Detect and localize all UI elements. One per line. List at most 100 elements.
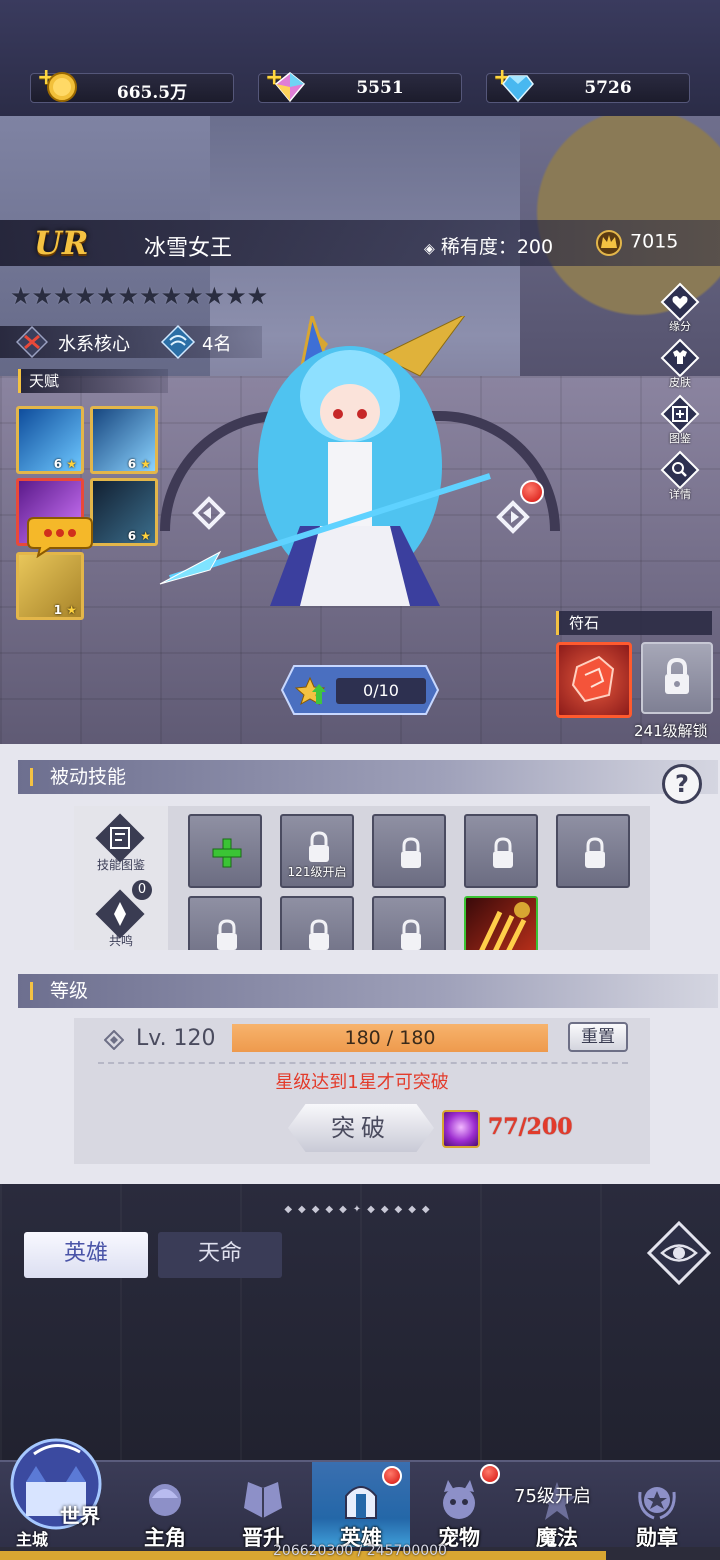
gold-currency[interactable]: + 665.5万 xyxy=(30,65,234,103)
skill-slot-claw[interactable] xyxy=(464,896,538,950)
star-progress-value: 0/10 xyxy=(336,678,426,704)
lock-icon xyxy=(217,919,237,950)
bond-button[interactable]: 缘分 xyxy=(656,282,704,334)
breakthrough-button[interactable]: 突破 xyxy=(288,1104,434,1152)
level-box: Lv. 120 180 / 180 重置 星级达到1星才可突破 突破 77/20… xyxy=(74,1018,650,1164)
talent-level: 6 ★ xyxy=(127,457,151,471)
talent-slot-5[interactable]: 1 ★ xyxy=(16,552,84,620)
rune-slot-1[interactable] xyxy=(556,642,632,718)
red-rune-icon xyxy=(571,655,615,703)
blue-diamond-icon xyxy=(502,75,534,103)
notification-dot xyxy=(520,480,544,504)
level-progress-text: 180 / 180 xyxy=(344,1027,436,1049)
diamond-bullet-icon: ◈ xyxy=(424,241,435,257)
codex-button[interactable]: 图鉴 xyxy=(656,394,704,446)
diamond-currency[interactable]: + 5726 xyxy=(486,65,690,103)
lock-icon xyxy=(401,919,421,950)
hero-name: 冰雪女王 xyxy=(144,236,233,261)
purple-orb-icon xyxy=(442,1110,480,1148)
material-count: 77/200 xyxy=(488,1114,573,1140)
world-button[interactable]: 世界 主城 xyxy=(4,1432,114,1558)
experience-text: 206620300 / 245700000 xyxy=(273,1543,447,1559)
knight-helmet-icon xyxy=(345,1486,377,1519)
tab-hero[interactable]: 英雄 xyxy=(24,1232,148,1278)
nav-promotion[interactable]: 晋升 xyxy=(214,1462,312,1556)
rune-unlock-text: 241级解锁 xyxy=(634,722,708,740)
skill-slot-locked[interactable] xyxy=(464,814,538,888)
lock-icon xyxy=(309,831,329,862)
codex-diamond-icon xyxy=(660,394,700,434)
skin-label: 皮肤 xyxy=(669,376,691,389)
rune-slot-2-locked[interactable] xyxy=(641,642,713,714)
rainbow-crystal-icon xyxy=(274,72,306,103)
skill-slot-locked[interactable] xyxy=(556,814,630,888)
codex-label: 图鉴 xyxy=(669,432,691,445)
talent-slot-1[interactable]: 6 ★ xyxy=(16,406,84,474)
skill-slot-locked[interactable] xyxy=(372,896,446,950)
details-button[interactable]: 详情 xyxy=(656,450,704,502)
skin-button[interactable]: 皮肤 xyxy=(656,338,704,390)
nav-magic[interactable]: 魔法 xyxy=(508,1462,606,1556)
talent-slot-2[interactable]: 6 ★ xyxy=(90,406,158,474)
hero-character-art xyxy=(159,316,491,606)
lock-icon xyxy=(493,837,513,868)
ornament-divider: ◆◆◆◆◆✦◆◆◆◆◆ xyxy=(284,1204,436,1215)
crystal-currency[interactable]: + 5551 xyxy=(258,65,462,103)
magic-unlock-hint: 75级开启 xyxy=(514,1486,591,1507)
talent-slot-4[interactable]: 6 ★ xyxy=(90,478,158,546)
bond-label: 缘分 xyxy=(669,320,691,333)
talent-header: 天赋 xyxy=(18,369,168,393)
heart-diamond-icon xyxy=(660,282,700,322)
star-progress[interactable]: 0/10 xyxy=(280,664,440,716)
plus-icon xyxy=(212,838,242,868)
world-label: 世界 xyxy=(60,1504,100,1528)
skill-codex-label: 技能图鉴 xyxy=(96,858,145,872)
gold-value: 665.5万 xyxy=(116,83,188,103)
heroes-notification-dot xyxy=(382,1466,402,1486)
hero-scene: UR 冰雪女王 ◈ 稀有度：200 7015 ★★★★★★★★★★★★ 水系核心… xyxy=(0,116,720,744)
element-label: 水系核心 xyxy=(58,334,130,355)
talent-level: 1 ★ xyxy=(53,603,77,617)
lock-icon xyxy=(401,837,421,868)
pets-notification-dot xyxy=(480,1464,500,1484)
rune-header: 符石 xyxy=(556,611,712,635)
talent-level: 6 ★ xyxy=(127,529,151,543)
hero-info-panel: 被动技能 ? 技能图鉴 0 共鸣 121级开启 等级 Lv. 120 180 /… xyxy=(0,744,720,1184)
star-rating: ★★★★★★★★★★★★ xyxy=(10,282,269,310)
nav-medals[interactable]: 勋章 xyxy=(608,1462,706,1556)
monster-face-icon xyxy=(443,1480,475,1519)
filter-eye-icon[interactable] xyxy=(646,1220,712,1286)
rarity-badge: UR xyxy=(34,224,89,262)
skill-slot-locked[interactable] xyxy=(280,896,354,950)
rarity-value: ◈ 稀有度：200 xyxy=(424,232,553,259)
currency-bar: + 665.5万 + 5551 + 5726 xyxy=(0,0,720,116)
level-text: Lv. 120 xyxy=(136,1026,216,1051)
diamond-value: 5726 xyxy=(584,78,632,98)
details-label: 详情 xyxy=(669,488,691,501)
tab-destiny[interactable]: 天命 xyxy=(158,1232,282,1278)
crystal-value: 5551 xyxy=(356,78,404,98)
skill-slot-add[interactable] xyxy=(188,814,262,888)
gold-coin-icon xyxy=(47,72,77,102)
medal-laurel-icon xyxy=(638,1487,676,1520)
resonance-count: 0 xyxy=(132,880,152,900)
divider xyxy=(98,1062,628,1064)
passive-skill-grid: 技能图鉴 0 共鸣 121级开启 xyxy=(74,806,650,950)
chat-bubble-icon[interactable] xyxy=(26,514,94,558)
nav-protagonist[interactable]: 主角 xyxy=(116,1462,214,1556)
red-claw-skill-icon xyxy=(479,902,530,950)
lock-icon xyxy=(309,919,329,950)
help-button[interactable]: ? xyxy=(662,764,702,804)
star-upgrade-icon xyxy=(294,676,326,706)
skill-slot-locked[interactable] xyxy=(372,814,446,888)
breakthrough-warning: 星级达到1星才可突破 xyxy=(275,1072,449,1093)
skill-side-column: 技能图鉴 0 共鸣 xyxy=(74,806,168,950)
skill-slot-locked[interactable] xyxy=(188,896,262,950)
crown-icon xyxy=(596,230,622,256)
next-hero-arrow-icon[interactable] xyxy=(496,500,530,534)
level-progress-bar: 180 / 180 xyxy=(232,1024,548,1052)
skill-slot-locked[interactable]: 121级开启 xyxy=(280,814,354,888)
helmet-head-icon xyxy=(149,1484,181,1516)
reset-button[interactable]: 重置 xyxy=(568,1022,628,1052)
previous-hero-arrow-icon[interactable] xyxy=(192,496,226,530)
